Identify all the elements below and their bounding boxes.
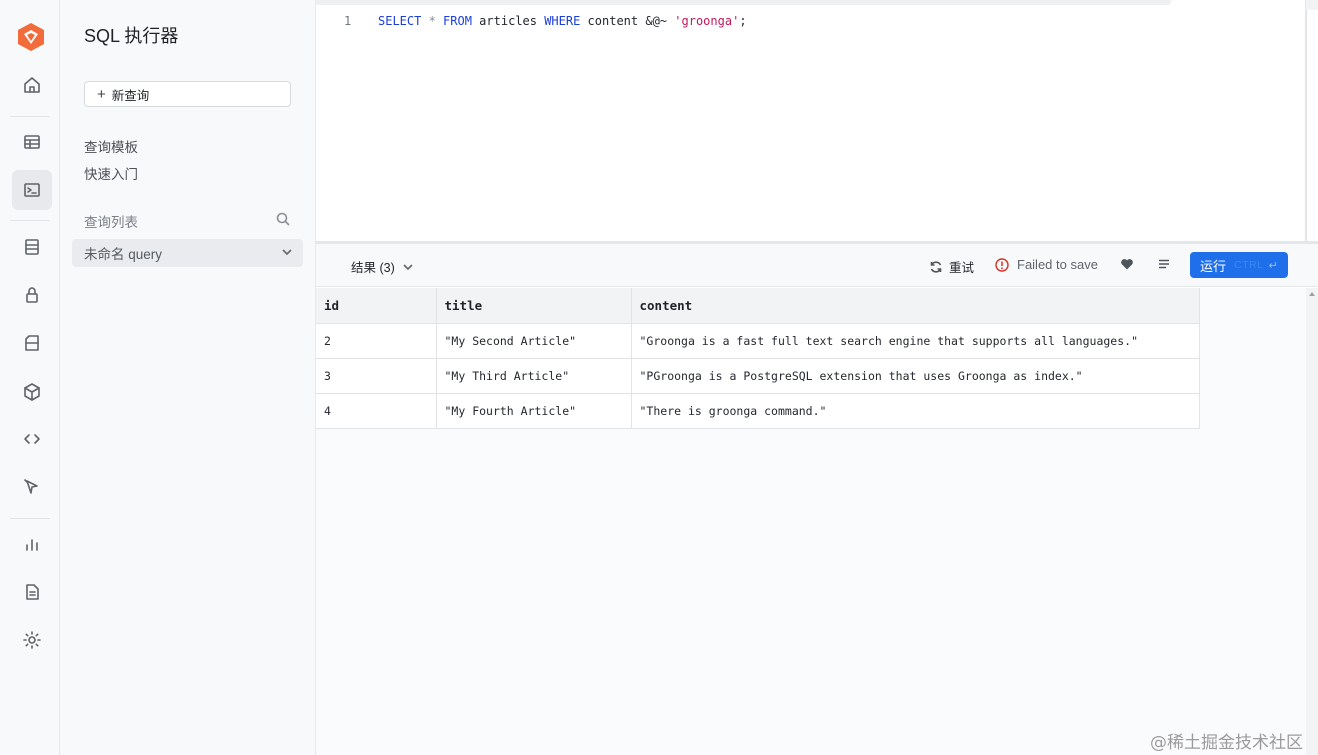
sql-identifier: articles — [471, 14, 545, 28]
cursor-icon[interactable] — [12, 467, 52, 507]
sql-string: 'groonga' — [674, 14, 740, 28]
column-header-title[interactable]: title — [436, 288, 632, 324]
search-icon[interactable] — [276, 212, 290, 226]
error-icon — [995, 257, 1009, 272]
table-row[interactable]: 2 "My Second Article" "Groonga is a fast… — [316, 323, 1200, 359]
line-number: 1 — [344, 14, 352, 28]
page-title: SQL 执行器 — [84, 26, 179, 46]
results-grid: id title content 2 "My Second Article" "… — [316, 288, 1306, 755]
enter-key-icon: ↵ — [1268, 259, 1278, 272]
sql-operator: &@~ — [645, 14, 668, 28]
retry-label: 重试 — [949, 261, 975, 275]
query-list-item[interactable]: 未命名 query — [72, 239, 303, 267]
results-label: 结果 (3) — [351, 261, 395, 275]
database-icon[interactable] — [12, 227, 52, 267]
results-scrollbar[interactable] — [1306, 288, 1318, 755]
sql-keyword: FROM — [443, 14, 472, 28]
rail-divider — [10, 220, 50, 221]
lock-icon[interactable] — [12, 275, 52, 315]
save-status: Failed to save — [995, 257, 1098, 272]
code-line[interactable]: SELECT * FROM articles WHERE content &@~… — [378, 14, 747, 28]
storage-icon[interactable] — [12, 323, 52, 363]
cell-content[interactable]: "There is groonga command." — [631, 393, 1200, 429]
chevron-down-icon[interactable] — [281, 246, 293, 258]
editor-scrollbar[interactable] — [1306, 0, 1318, 241]
refresh-icon — [930, 260, 942, 273]
quick-start-link[interactable]: 快速入门 — [84, 163, 138, 183]
run-label: 运行 — [1200, 258, 1227, 274]
sql-keyword: WHERE — [544, 14, 581, 28]
format-icon[interactable] — [1157, 257, 1173, 273]
results-toolbar: 结果 (3) 重试 Failed to save 运行 CTRL ↵ — [316, 244, 1318, 287]
editor-top-scrollbar[interactable] — [316, 0, 1171, 5]
sql-keyword: SELECT — [378, 14, 422, 28]
sql-operator: * — [421, 14, 444, 28]
results-table: id title content 2 "My Second Article" "… — [316, 288, 1200, 429]
cell-content[interactable]: "Groonga is a fast full text search engi… — [631, 323, 1200, 359]
plus-icon: + — [97, 85, 106, 103]
home-icon[interactable] — [12, 65, 52, 105]
query-list-heading: 查询列表 — [84, 215, 138, 230]
terminal-icon[interactable] — [12, 170, 52, 210]
run-button[interactable]: 运行 CTRL ↵ — [1190, 252, 1288, 278]
watermark: @稀土掘金技术社区 — [1150, 733, 1303, 753]
sql-editor[interactable]: 1 SELECT * FROM articles WHERE content &… — [316, 0, 1306, 241]
run-shortcut: CTRL — [1234, 259, 1264, 271]
rail-divider — [10, 116, 50, 117]
editor-scrollbar-thumb[interactable] — [1306, 10, 1318, 241]
cell-title[interactable]: "My Second Article" — [436, 323, 632, 359]
sql-sidebar: SQL 执行器 + 新查询 查询模板 快速入门 查询列表 未命名 query — [60, 0, 316, 755]
results-dropdown[interactable]: 结果 (3) — [351, 257, 413, 276]
gear-icon[interactable] — [12, 620, 52, 660]
cell-title[interactable]: "My Third Article" — [436, 358, 632, 394]
column-header-content[interactable]: content — [631, 288, 1200, 324]
query-item-label: 未命名 query — [84, 247, 163, 262]
query-templates-link[interactable]: 查询模板 — [84, 136, 138, 156]
sql-semicolon: ; — [739, 14, 747, 28]
new-query-label: 新查询 — [111, 88, 150, 103]
sql-identifier: content — [580, 14, 646, 28]
code-icon[interactable] — [12, 419, 52, 459]
chevron-down-icon — [403, 263, 413, 270]
save-status-text: Failed to save — [1017, 257, 1098, 272]
cell-id[interactable]: 2 — [316, 323, 437, 359]
new-query-button[interactable]: + 新查询 — [84, 81, 291, 107]
table-row[interactable]: 4 "My Fourth Article" "There is groonga … — [316, 393, 1200, 429]
document-icon[interactable] — [12, 572, 52, 612]
chart-icon[interactable] — [12, 524, 52, 564]
app-logo-icon[interactable] — [17, 22, 45, 52]
cell-id[interactable]: 3 — [316, 358, 437, 394]
cell-content[interactable]: "PGroonga is a PostgreSQL extension that… — [631, 358, 1200, 394]
cell-id[interactable]: 4 — [316, 393, 437, 429]
column-header-id[interactable]: id — [316, 288, 437, 324]
table-icon[interactable] — [12, 122, 52, 162]
favorite-icon[interactable] — [1120, 257, 1136, 273]
cell-title[interactable]: "My Fourth Article" — [436, 393, 632, 429]
scroll-up-icon[interactable] — [1309, 292, 1315, 296]
rail-divider — [10, 518, 50, 519]
table-header-row: id title content — [316, 288, 1200, 324]
icon-rail — [0, 0, 60, 755]
table-row[interactable]: 3 "My Third Article" "PGroonga is a Post… — [316, 358, 1200, 394]
retry-button[interactable]: 重试 — [929, 257, 974, 276]
cube-icon[interactable] — [12, 372, 52, 412]
